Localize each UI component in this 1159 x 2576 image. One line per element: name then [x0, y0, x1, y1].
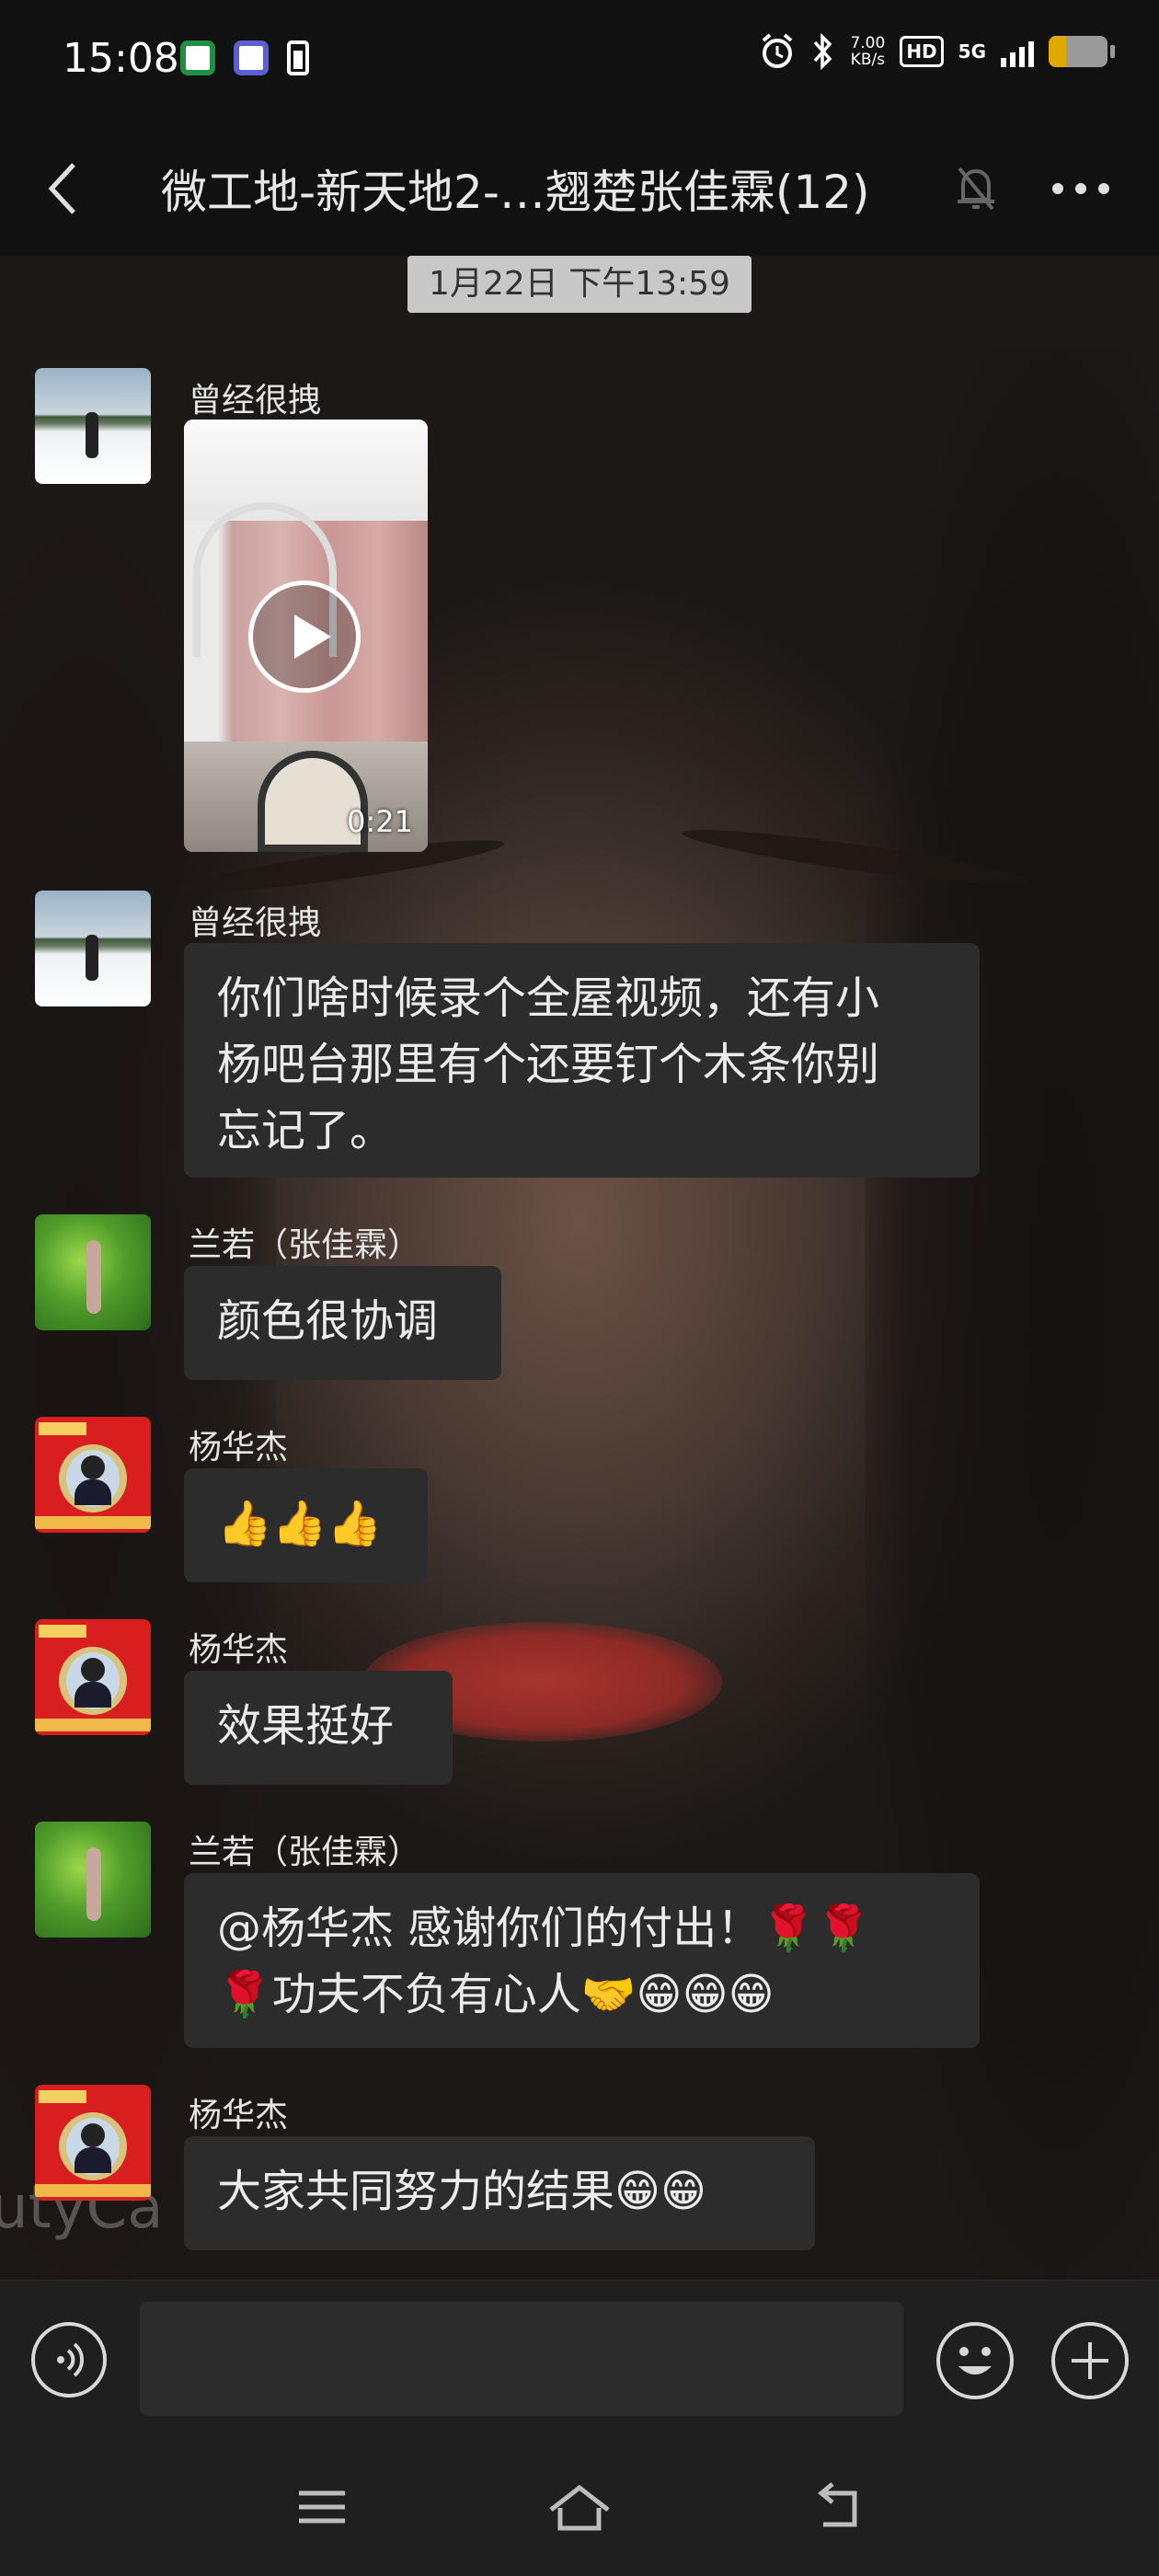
hd-badge: HD — [900, 36, 944, 67]
chat-title: 微工地-新天地2-…翘楚张佳霖(12) — [161, 166, 870, 219]
sender-name: 兰若（张佳霖） — [189, 1226, 421, 1264]
avatar[interactable] — [35, 368, 151, 484]
play-icon[interactable] — [248, 581, 361, 693]
emoji-button[interactable] — [936, 2322, 1014, 2399]
chat-header: 微工地-新天地2-…翘楚张佳霖(12) — [0, 124, 1159, 256]
battery-icon — [1049, 36, 1115, 67]
alarm-icon — [763, 33, 793, 68]
avatar[interactable] — [35, 1822, 151, 1938]
avatar[interactable] — [35, 1417, 151, 1533]
message-line: 忘记了。 — [217, 1105, 395, 1156]
net-speed-value: 7.00 — [850, 34, 886, 52]
avatar[interactable] — [35, 1214, 151, 1330]
avatar[interactable] — [35, 891, 151, 1006]
more-options-button[interactable] — [1039, 161, 1122, 216]
net-speed: 7.00 KB/s — [850, 35, 885, 68]
signal-icon — [1001, 36, 1034, 67]
avatar[interactable] — [35, 1619, 151, 1735]
mute-bell-icon — [958, 167, 994, 211]
message-input[interactable] — [140, 2302, 903, 2416]
message-line: 🌹功夫不负有心人🤝😁😁😁 — [217, 1969, 775, 2020]
status-time: 15:08 — [63, 35, 179, 82]
message-text: 颜色很协调 — [217, 1295, 439, 1347]
network-type: 5G — [958, 40, 986, 63]
net-speed-unit: KB/s — [850, 51, 886, 69]
return-icon[interactable] — [796, 2475, 878, 2539]
message-line: @杨华杰 感谢你们的付出！🌹🌹 — [217, 1903, 871, 1954]
avatar[interactable] — [35, 2085, 151, 2201]
bluetooth-icon — [814, 33, 832, 70]
message-text: 大家共同努力的结果😁😁 — [217, 2166, 707, 2217]
message-bubble[interactable]: 效果挺好 — [184, 1671, 453, 1785]
smiley-icon — [958, 2347, 992, 2375]
input-bar — [0, 2280, 1159, 2439]
back-button[interactable] — [37, 152, 110, 225]
status-bar: 15:08 7.00 KB/s HD 5G — [0, 0, 1159, 124]
sender-name: 杨华杰 — [189, 1429, 289, 1466]
app-icon — [180, 40, 215, 75]
message-bubble[interactable]: 你们啥时候录个全屋视频，还有小 杨吧台那里有个还要钉个木条你别 忘记了。 — [184, 943, 980, 1178]
message-bubble[interactable]: @杨华杰 感谢你们的付出！🌹🌹 🌹功夫不负有心人🤝😁😁😁 — [184, 1873, 980, 2048]
sender-name: 曾经很拽 — [189, 382, 322, 420]
sender-name: 曾经很拽 — [189, 904, 322, 942]
voice-icon — [57, 2342, 85, 2377]
message-timestamp: 1月22日 下午13:59 — [407, 256, 752, 313]
message-bubble[interactable]: 大家共同努力的结果😁😁 — [184, 2136, 815, 2250]
message-line: 杨吧台那里有个还要钉个木条你别 — [217, 1039, 880, 1090]
system-nav-bar — [0, 2438, 1159, 2576]
home-icon[interactable] — [538, 2475, 621, 2539]
menu-icon[interactable] — [281, 2475, 363, 2539]
sender-name: 杨华杰 — [189, 2097, 289, 2134]
plus-icon — [1072, 2342, 1108, 2379]
sender-name: 兰若（张佳霖） — [189, 1834, 421, 1871]
sender-name: 杨华杰 — [189, 1631, 289, 1669]
battery-small-icon — [287, 40, 309, 75]
message-line: 你们啥时候录个全屋视频，还有小 — [217, 972, 880, 1024]
thumbs-up-icon: 👍👍👍 — [217, 1498, 383, 1549]
notification-icons — [180, 40, 309, 75]
more-functions-button[interactable] — [1051, 2322, 1129, 2399]
message-bubble[interactable]: 👍👍👍 — [184, 1468, 428, 1582]
message-bubble[interactable]: 颜色很协调 — [184, 1266, 501, 1380]
voice-input-button[interactable] — [31, 2322, 107, 2398]
message-text: 效果挺好 — [217, 1700, 395, 1752]
system-icons: 7.00 KB/s HD 5G — [760, 33, 1115, 70]
chat-area[interactable]: utyCa 1月22日 下午13:59 曾经很拽 0:21 曾经很拽 你们啥时候… — [0, 256, 1159, 2280]
video-duration: 0:21 — [347, 804, 413, 839]
app-icon — [234, 40, 269, 75]
video-message[interactable]: 0:21 — [184, 420, 428, 852]
